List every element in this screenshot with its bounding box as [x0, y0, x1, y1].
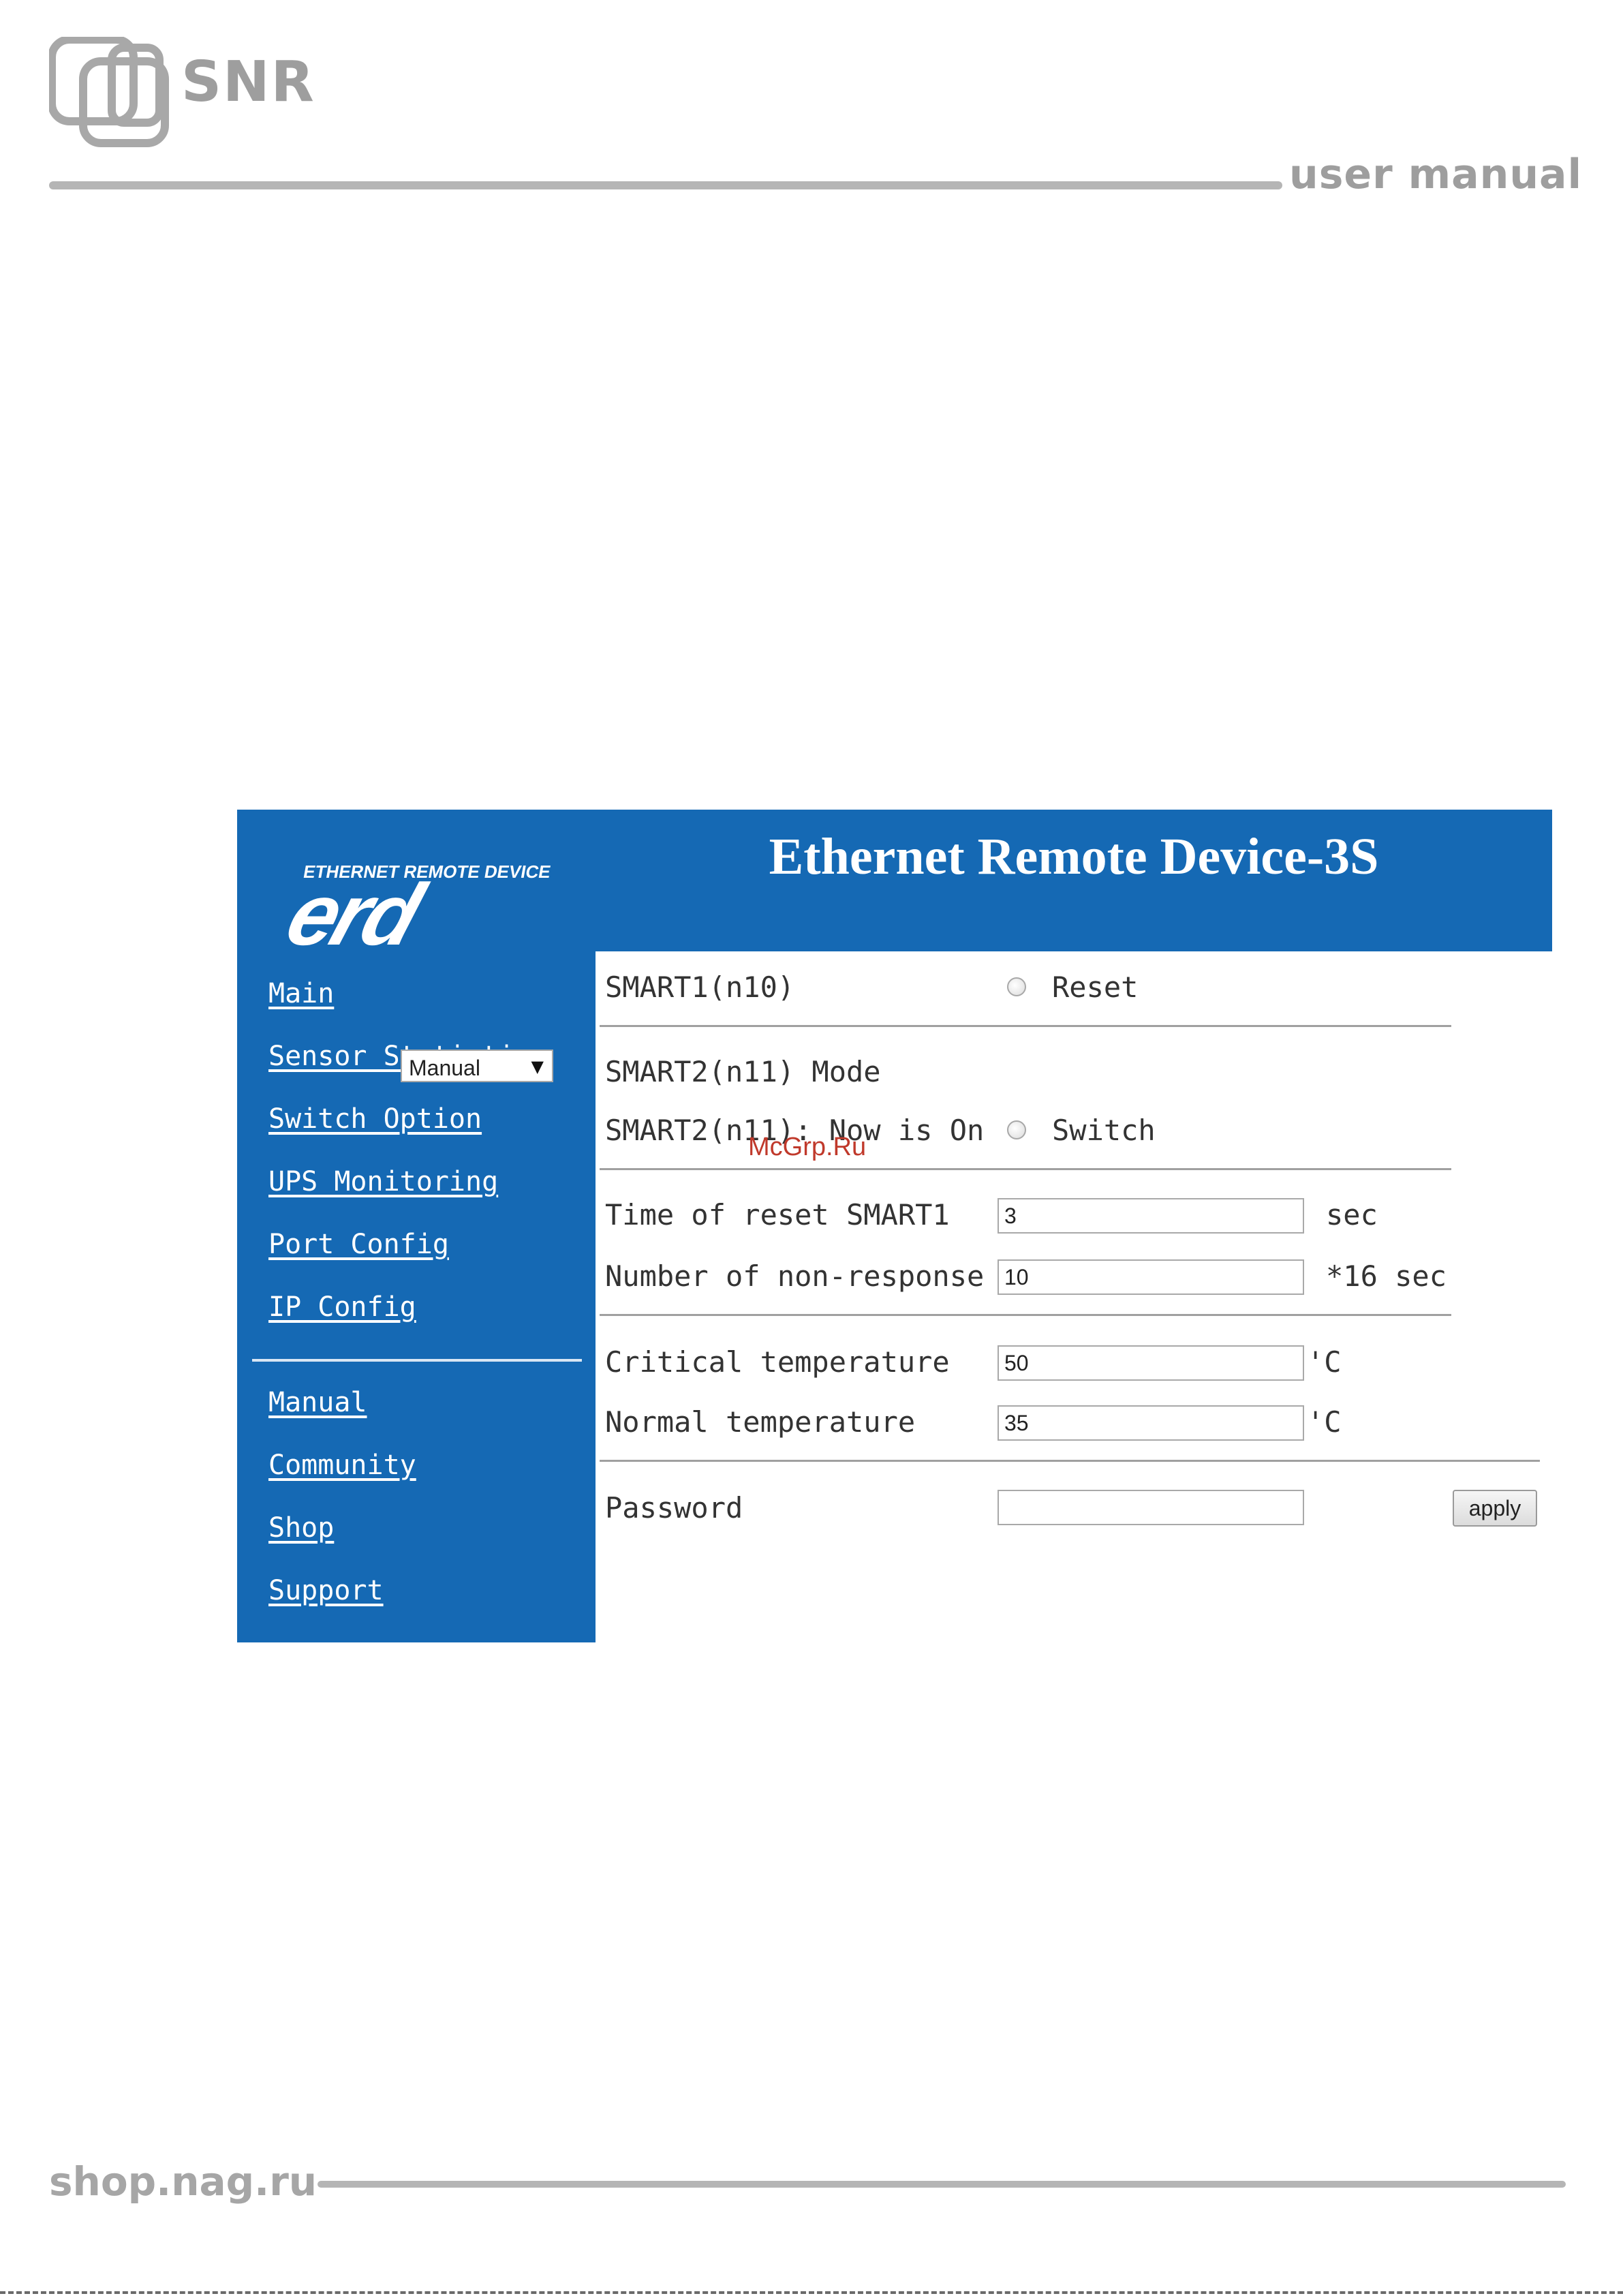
nav-switch-option[interactable]: Switch Option [268, 1105, 482, 1133]
divider-4 [600, 1460, 1540, 1462]
watermark: McGrp.Ru [748, 1133, 867, 1161]
nav-manual[interactable]: Manual [268, 1389, 367, 1416]
password-input[interactable] [998, 1490, 1304, 1525]
reset-time-unit: sec [1326, 1198, 1378, 1231]
non-response-label: Number of non-response [605, 1259, 985, 1293]
smart2-switch-radio[interactable] [1007, 1120, 1026, 1139]
footer-rule [318, 2181, 1566, 2188]
smart1-reset-label: Reset [1052, 970, 1139, 1004]
divider-1 [600, 1025, 1451, 1027]
footer-site: shop.nag.ru [49, 2158, 318, 2205]
erd-logo-word: erd [286, 866, 437, 950]
normal-temp-label: Normal temperature [605, 1405, 916, 1439]
chevron-down-icon: ▼ [531, 1057, 544, 1076]
smart2-mode-value: Manual [409, 1056, 480, 1080]
nav-support[interactable]: Support [268, 1577, 384, 1604]
reset-time-label: Time of reset SMART1 [605, 1198, 950, 1231]
divider-2 [600, 1168, 1451, 1170]
doc-type-label: user manual [1289, 151, 1583, 198]
smart1-label: SMART1(n10) [605, 970, 795, 1004]
title-banner: Ethernet Remote Device-3S [596, 810, 1552, 951]
critical-temp-unit: 'C [1307, 1345, 1342, 1379]
smart2-mode-select[interactable]: Manual ▼ [401, 1050, 553, 1082]
app-title: Ethernet Remote Device-3S [769, 828, 1379, 885]
smart2-switch-label: Switch [1052, 1114, 1156, 1147]
nav-divider [252, 1359, 582, 1362]
erd-logo-icon: ETHERNET REMOTE DEVICE erd [286, 861, 553, 950]
page-edge [0, 2291, 1623, 2294]
critical-temp-input[interactable] [998, 1345, 1304, 1381]
brand-name: SNR [181, 50, 315, 114]
critical-temp-label: Critical temperature [605, 1345, 950, 1379]
smart2-mode-label: SMART2(n11) Mode [605, 1055, 881, 1088]
nav-community[interactable]: Community [268, 1452, 416, 1479]
apply-button[interactable]: apply [1453, 1490, 1537, 1527]
normal-temp-input[interactable] [998, 1405, 1304, 1441]
reset-time-input[interactable] [998, 1198, 1304, 1234]
nav-port-config[interactable]: Port Config [268, 1231, 449, 1258]
normal-temp-unit: 'C [1307, 1405, 1342, 1439]
nav-main[interactable]: Main [268, 980, 334, 1007]
snr-logo-icon [49, 37, 169, 147]
divider-3 [600, 1314, 1451, 1316]
sidebar: ETHERNET REMOTE DEVICE erd Main Sensor S… [237, 810, 596, 1642]
password-label: Password [605, 1491, 743, 1525]
header-rule [49, 181, 1282, 189]
smart1-reset-radio[interactable] [1007, 977, 1026, 996]
nav-shop[interactable]: Shop [268, 1514, 334, 1542]
nav-ip-config[interactable]: IP Config [268, 1294, 416, 1321]
non-response-unit: *16 sec [1326, 1259, 1447, 1293]
non-response-input[interactable] [998, 1259, 1304, 1295]
nav-ups-monitoring[interactable]: UPS Monitoring [268, 1168, 498, 1195]
